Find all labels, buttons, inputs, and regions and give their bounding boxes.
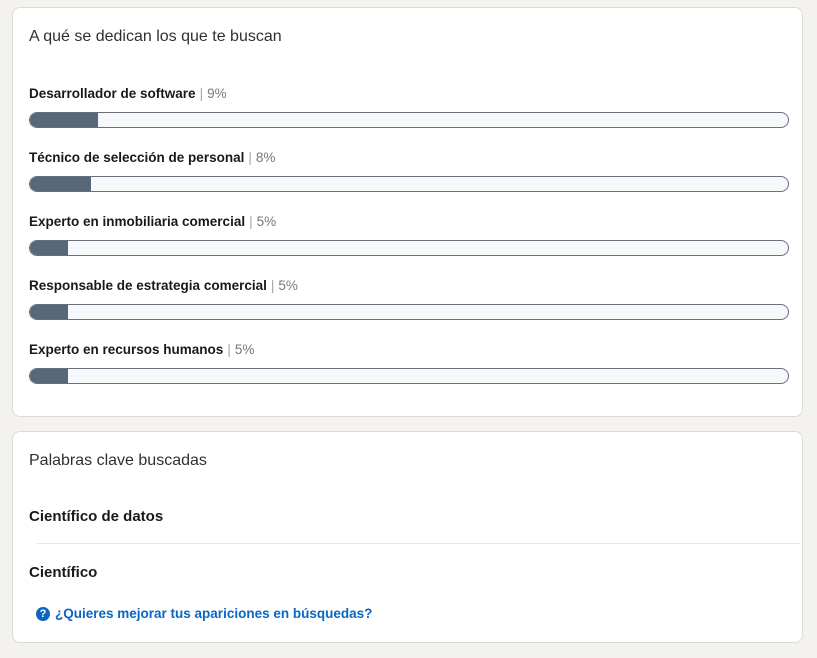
occupation-label: Experto en recursos humanos xyxy=(29,342,224,357)
occupation-label-row: Desarrollador de software | 9% xyxy=(29,85,227,103)
occupation-label: Técnico de selección de personal xyxy=(29,150,245,165)
occupation-progress-bar xyxy=(29,368,789,384)
occupations-card: A qué se dedican los que te buscan Desar… xyxy=(12,7,803,417)
occupation-progress-fill xyxy=(30,177,91,191)
occupation-percent: 9% xyxy=(207,86,227,101)
occupation-progress-fill xyxy=(30,113,99,127)
separator: | xyxy=(249,214,253,229)
improve-search-appearances-link[interactable]: ? ¿Quieres mejorar tus apariciones en bú… xyxy=(36,606,372,621)
keywords-card-title: Palabras clave buscadas xyxy=(29,452,207,469)
occupations-card-title: A qué se dedican los que te buscan xyxy=(29,28,282,45)
keyword-item: Científico de datos xyxy=(29,508,164,525)
keyword-divider xyxy=(37,543,800,544)
question-circle-icon: ? xyxy=(36,606,50,621)
occupation-percent: 8% xyxy=(255,150,276,165)
separator: | xyxy=(248,150,252,165)
occupation-item-2: Experto en inmobiliaria comercial | 5% xyxy=(29,213,789,259)
occupation-label-row: Técnico de selección de personal | 8% xyxy=(29,149,275,167)
occupation-label: Experto en inmobiliaria comercial xyxy=(29,214,246,229)
separator: | xyxy=(199,86,204,101)
separator: | xyxy=(227,342,231,357)
occupation-label: Desarrollador de software xyxy=(29,86,196,101)
improve-search-appearances-label: ¿Quieres mejorar tus apariciones en búsq… xyxy=(55,606,373,621)
separator: | xyxy=(270,278,275,293)
occupation-progress-bar xyxy=(29,304,789,320)
occupation-item-0: Desarrollador de software | 9% xyxy=(29,85,789,131)
occupation-progress-fill xyxy=(30,369,68,383)
occupation-progress-bar xyxy=(29,112,789,128)
occupation-percent: 5% xyxy=(278,278,298,293)
occupation-label-row: Experto en recursos humanos | 5% xyxy=(29,341,254,359)
occupation-progress-bar xyxy=(29,240,789,256)
occupation-label-row: Experto en inmobiliaria comercial | 5% xyxy=(29,213,276,231)
occupation-percent: 5% xyxy=(234,342,255,357)
occupation-item-4: Experto en recursos humanos | 5% xyxy=(29,341,789,387)
occupation-progress-bar xyxy=(29,176,789,192)
occupation-percent: 5% xyxy=(256,214,277,229)
occupation-item-1: Técnico de selección de personal | 8% xyxy=(29,149,789,195)
keyword-item: Científico xyxy=(29,564,98,581)
occupation-label-row: Responsable de estrategia comercial | 5% xyxy=(29,277,298,295)
occupation-item-3: Responsable de estrategia comercial | 5% xyxy=(29,277,789,323)
keywords-card: Palabras clave buscadas Científico de da… xyxy=(12,431,803,643)
occupation-label: Responsable de estrategia comercial xyxy=(29,278,267,293)
occupation-progress-fill xyxy=(30,305,68,319)
occupation-progress-fill xyxy=(30,241,68,255)
